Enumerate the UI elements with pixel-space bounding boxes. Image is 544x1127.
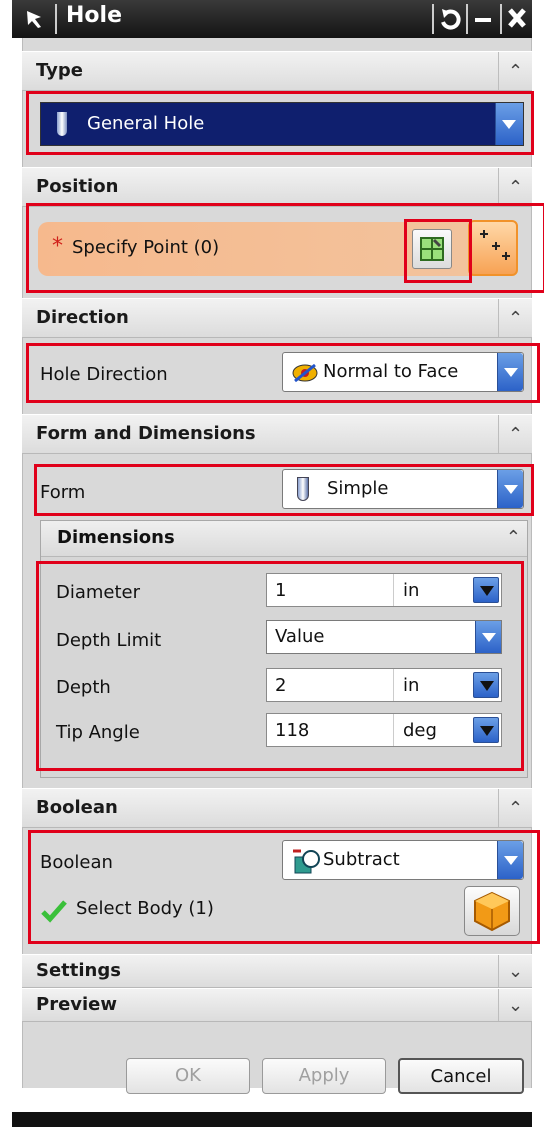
preview-section-header[interactable]: Preview ⌄ [22,988,532,1022]
boolean-value: Subtract [323,849,400,870]
specify-point-label: Specify Point (0) [72,237,220,258]
diameter-label: Diameter [56,582,141,603]
point-dialog-button[interactable] [412,229,452,269]
dialog-cursor-icon [24,8,46,30]
tip-angle-value: 118 [275,720,310,741]
chevron-down-icon[interactable] [497,353,523,391]
diameter-field[interactable]: 1 in [266,573,502,607]
position-section-title: Position [36,176,119,197]
settings-section-title: Settings [36,960,121,981]
collapse-chevron-icon[interactable]: ⌃ [498,168,532,206]
form-select[interactable]: Simple [282,469,524,509]
title-divider [55,4,57,34]
collapse-chevron-icon[interactable]: ⌃ [506,527,521,548]
diameter-unit[interactable]: in [403,580,419,601]
tip-angle-label: Tip Angle [56,722,140,743]
chevron-down-icon[interactable] [497,841,523,879]
bottom-edge [12,1112,532,1127]
required-marker: * [52,234,63,259]
depth-value: 2 [275,675,287,696]
select-body-button[interactable] [464,886,520,936]
tip-angle-unit[interactable]: deg [403,720,437,741]
diameter-value: 1 [275,580,287,601]
select-body-label: Select Body (1) [76,898,214,919]
hole-direction-label: Hole Direction [40,364,168,385]
preview-section-title: Preview [36,994,118,1015]
form-dimensions-section-header[interactable]: Form and Dimensions ⌃ [22,414,532,454]
direction-section-title: Direction [36,307,129,328]
minimize-icon[interactable] [466,4,496,34]
collapse-chevron-icon[interactable]: ⌃ [498,52,532,90]
chevron-down-icon[interactable] [495,103,523,145]
collapse-chevron-icon[interactable]: ⌃ [498,299,532,337]
boolean-select[interactable]: Subtract [282,840,524,880]
expand-chevron-icon[interactable]: ⌄ [498,989,532,1021]
unit-dropdown-icon[interactable] [473,672,499,698]
depth-label: Depth [56,677,111,698]
hole-direction-value: Normal to Face [323,361,459,382]
direction-section-header[interactable]: Direction ⌃ [22,298,532,338]
reset-icon[interactable] [432,4,462,34]
chevron-down-icon[interactable] [475,621,501,653]
chevron-down-icon[interactable] [497,470,523,508]
simple-hole-icon [297,477,309,501]
solid-body-icon [474,891,510,932]
checkmark-icon [41,900,67,923]
type-section-header[interactable]: Type ⌃ [22,51,532,91]
depth-limit-select[interactable]: Value [266,620,502,654]
unit-dropdown-icon[interactable] [473,717,499,743]
inferred-point-icon [480,230,510,260]
boolean-label: Boolean [40,852,113,873]
depth-limit-label: Depth Limit [56,630,162,651]
inferred-point-button[interactable] [468,220,518,276]
depth-unit[interactable]: in [403,675,419,696]
depth-field[interactable]: 2 in [266,668,502,702]
ok-button[interactable]: OK [126,1058,250,1094]
settings-section-header[interactable]: Settings ⌄ [22,954,532,988]
depth-limit-value: Value [275,626,325,647]
collapse-chevron-icon[interactable]: ⌃ [498,789,532,827]
window-title: Hole [66,3,122,28]
normal-to-face-icon [292,363,318,383]
form-label: Form [40,482,86,503]
apply-button[interactable]: Apply [262,1058,386,1094]
close-icon[interactable] [500,4,532,34]
unit-dropdown-icon[interactable] [473,577,499,603]
hole-direction-select[interactable]: Normal to Face [282,352,524,392]
type-select-value: General Hole [87,113,205,134]
collapse-chevron-icon[interactable]: ⌃ [498,415,532,453]
form-value: Simple [327,478,389,499]
boolean-section-title: Boolean [36,797,118,818]
position-section-header[interactable]: Position ⌃ [22,167,532,207]
subtract-icon [293,849,320,874]
type-section-title: Type [36,60,83,81]
dimensions-title: Dimensions [57,527,175,548]
type-select[interactable]: General Hole [40,102,524,146]
form-dimensions-section-title: Form and Dimensions [36,423,256,444]
cancel-button[interactable]: Cancel [398,1058,524,1094]
expand-chevron-icon[interactable]: ⌄ [498,955,532,987]
tip-angle-field[interactable]: 118 deg [266,713,502,747]
point-dialog-icon [420,237,444,261]
boolean-section-header[interactable]: Boolean ⌃ [22,788,532,828]
hole-icon [57,112,67,136]
dimensions-header[interactable]: Dimensions ⌃ [41,521,527,557]
